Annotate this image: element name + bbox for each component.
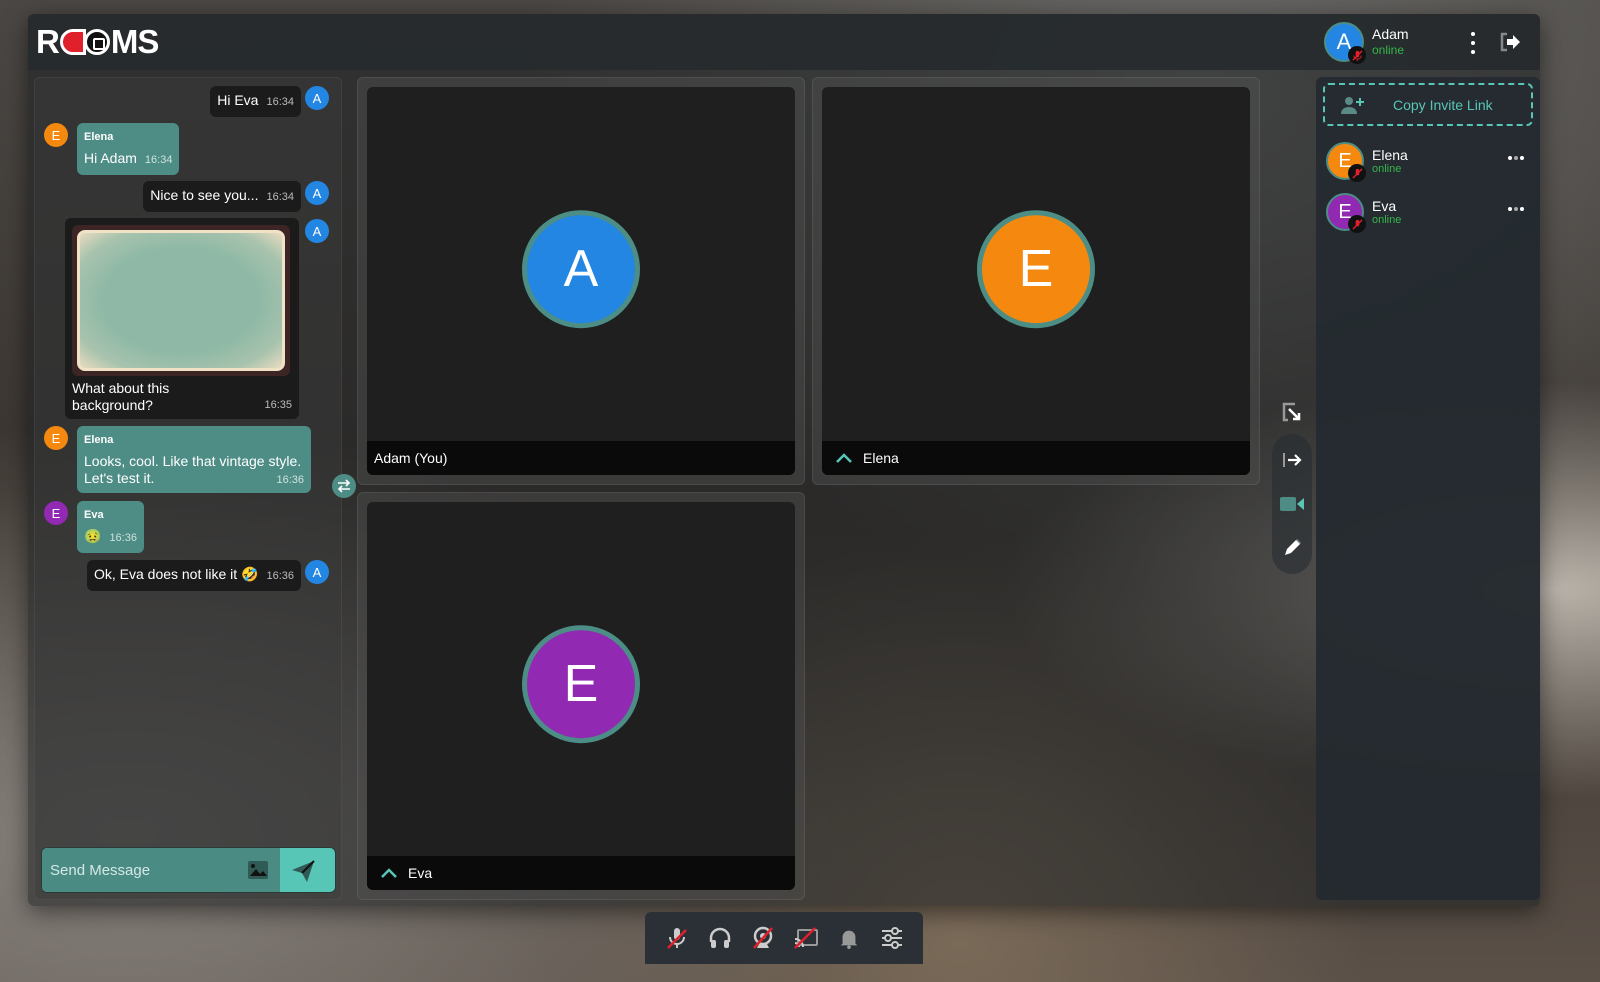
rooms-logo: R MS [36,23,159,60]
add-user-icon [1341,96,1364,114]
tile-label: Adam (You) [374,450,448,466]
avatar-adam: A [305,560,329,584]
tile-avatar: E [977,210,1095,329]
app-window: R MS A Adam online Hi Eva 16:34 A E Elena H… [28,14,1540,906]
chat-message: Ok, Eva does not like it 🤣 16:36 [86,560,301,591]
tile-avatar: E [522,625,640,744]
participant-avatar: E [1326,142,1366,182]
video-tile-adam[interactable]: A Adam (You) [357,77,805,485]
video-tile-eva[interactable]: E Eva [357,492,805,900]
user-name: Adam [1372,26,1409,42]
vintage-background-image[interactable] [72,225,290,376]
chat-image-message: What about this background? 16:35 [65,218,299,419]
notifications-bell-icon[interactable] [836,925,862,951]
video-camera-icon[interactable] [1272,482,1312,526]
avatar-adam: A [305,219,329,243]
chat-message: Hi Eva 16:34 [210,86,301,117]
swap-layout-button[interactable] [332,474,356,498]
chat-panel: Hi Eva 16:34 A E Elena Hi Adam 16:34 Nice t… [34,77,342,900]
participant-elena: E Elena online [1326,142,1530,182]
avatar-adam: A [305,86,329,110]
message-composer [41,847,336,893]
tile-label: Eva [408,865,433,881]
chat-message: Elena Looks, cool. Like that vintage styl… [77,426,311,493]
mic-muted-icon [1348,164,1366,182]
webcam-off-icon[interactable] [750,925,776,951]
avatar-elena: E [44,426,68,450]
side-toolbar [1272,390,1312,574]
exit-fullscreen-icon[interactable] [1272,390,1312,434]
message-input[interactable] [42,848,280,892]
leave-icon[interactable] [1272,438,1312,482]
participant-avatar: E [1326,193,1366,233]
mic-muted-icon [1348,46,1366,64]
avatar-adam: A [305,181,329,205]
send-button[interactable] [290,858,316,884]
participants-panel: Copy Invite Link E Elena online E Eva onli… [1316,77,1540,900]
copy-invite-link-button[interactable]: Copy Invite Link [1323,83,1533,126]
call-controls [645,912,923,964]
chat-message: Eva 🤢 16:36 [77,501,144,553]
top-bar: R MS A Adam online [28,14,1540,70]
microphone-muted-icon[interactable] [664,925,690,951]
mic-muted-icon [1348,215,1366,233]
headphones-icon[interactable] [707,925,733,951]
logout-icon[interactable] [1498,31,1522,53]
user-status: online [1372,43,1405,57]
pencil-icon[interactable] [1272,526,1312,570]
avatar-eva: E [44,501,68,525]
video-tile-elena[interactable]: E Elena [812,77,1260,485]
participant-options-icon[interactable] [1508,156,1524,160]
chat-message: Elena Hi Adam 16:34 [77,123,180,175]
settings-sliders-icon[interactable] [879,925,905,951]
chevron-up-icon[interactable] [380,867,398,879]
avatar-elena: E [44,123,68,147]
attach-image-icon[interactable] [248,861,268,879]
screenshare-off-icon[interactable] [793,925,819,951]
participant-eva: E Eva online [1326,193,1530,233]
participant-options-icon[interactable] [1508,207,1524,211]
more-options-icon[interactable] [1468,32,1478,54]
chevron-up-icon[interactable] [835,452,853,464]
user-avatar: A [1324,22,1366,64]
tile-avatar: A [522,210,640,329]
current-user[interactable]: A Adam online [1324,22,1409,64]
chat-message: Nice to see you... 16:34 [143,181,301,212]
tile-label: Elena [863,450,899,466]
